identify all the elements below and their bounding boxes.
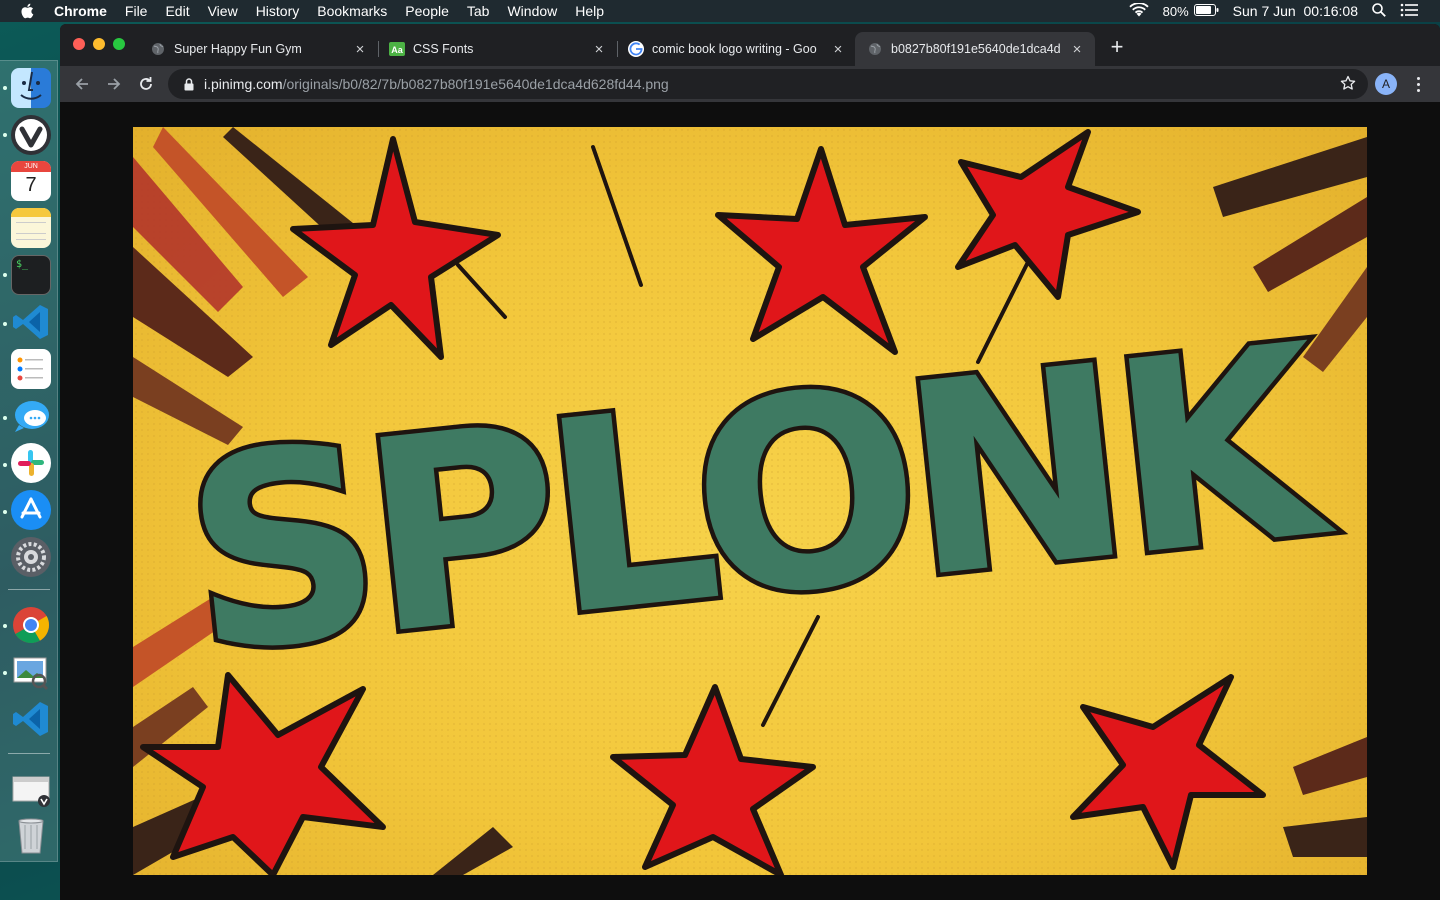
reload-icon <box>140 77 152 90</box>
browser-window: Super Happy Fun Gym × Aa CSS Fonts × com… <box>60 24 1440 900</box>
tab-google-search[interactable]: comic book logo writing - Goo × <box>616 32 856 66</box>
menu-app-chrome[interactable]: Chrome <box>54 0 116 22</box>
tab-title: comic book logo writing - Goo <box>652 42 817 56</box>
minimize-window-button[interactable] <box>93 38 105 50</box>
tab-close-icon[interactable]: × <box>828 41 848 58</box>
running-indicator <box>3 416 7 420</box>
terminal-icon[interactable]: $_ <box>11 255 51 295</box>
reload-button[interactable] <box>134 72 158 96</box>
browser-toolbar: i.pinimg.com/originals/b0/82/7b/b0827b80… <box>60 66 1440 102</box>
tab-close-icon[interactable]: × <box>350 41 370 58</box>
running-indicator <box>3 671 7 675</box>
tab-close-icon[interactable]: × <box>589 41 609 58</box>
vscode-icon[interactable] <box>11 302 51 342</box>
menu-history[interactable]: History <box>247 0 309 22</box>
splonk-comic-illustration: SPLONK <box>133 127 1367 875</box>
address-bar[interactable]: i.pinimg.com/originals/b0/82/7b/b0827b80… <box>168 69 1368 99</box>
vscode-icon[interactable] <box>11 699 51 739</box>
menu-file[interactable]: File <box>116 0 157 22</box>
css-fonts-favicon-icon: Aa <box>389 41 405 57</box>
running-indicator <box>3 510 7 514</box>
google-icon <box>628 41 644 57</box>
svg-text:Aa: Aa <box>391 45 403 55</box>
menu-view[interactable]: View <box>199 0 247 22</box>
tab-strip: Super Happy Fun Gym × Aa CSS Fonts × com… <box>60 24 1440 66</box>
menu-people[interactable]: People <box>396 0 458 22</box>
app-store-icon[interactable] <box>11 490 51 530</box>
running-indicator <box>3 86 7 90</box>
preview-icon[interactable] <box>11 652 51 692</box>
chrome-menu-icon[interactable] <box>1410 72 1426 96</box>
lock-icon[interactable] <box>174 77 204 91</box>
globe-icon <box>150 41 166 57</box>
vivaldi-icon[interactable] <box>11 115 51 155</box>
comic-image[interactable]: SPLONK <box>133 127 1367 875</box>
calendar-month: JUN <box>11 161 51 172</box>
tab-close-icon[interactable]: × <box>1067 41 1087 58</box>
battery-status[interactable]: 80% <box>1163 3 1219 19</box>
arrow-left-icon <box>75 78 88 90</box>
dock: JUN 7 $_ <box>0 60 58 862</box>
chrome-icon[interactable] <box>11 605 51 645</box>
wifi-icon[interactable] <box>1129 1 1149 20</box>
profile-avatar[interactable]: A <box>1375 73 1397 95</box>
tab-title: Super Happy Fun Gym <box>174 42 302 56</box>
arrow-right-icon <box>108 78 121 90</box>
url-path: /originals/b0/82/7b/b0827b80f191e5640de1… <box>282 76 669 92</box>
slack-icon[interactable] <box>11 443 51 483</box>
dock-separator <box>8 589 50 590</box>
running-indicator <box>3 463 7 467</box>
back-button[interactable] <box>70 72 94 96</box>
calendar-icon[interactable]: JUN 7 <box>11 161 51 201</box>
apple-icon[interactable] <box>0 3 54 19</box>
close-window-button[interactable] <box>73 38 85 50</box>
zoom-window-button[interactable] <box>113 38 125 50</box>
calendar-day: 7 <box>25 174 37 196</box>
page-viewport: SPLONK <box>60 102 1440 900</box>
forward-button[interactable] <box>102 72 126 96</box>
menu-bar: Chrome File Edit View History Bookmarks … <box>0 0 1440 22</box>
notification-center-icon[interactable] <box>1400 3 1418 20</box>
clock[interactable]: Sun 7 Jun 00:16:08 <box>1233 3 1358 19</box>
menu-edit[interactable]: Edit <box>156 0 198 22</box>
menu-window[interactable]: Window <box>498 0 566 22</box>
spotlight-search-icon[interactable] <box>1372 2 1386 20</box>
tab-image-active[interactable]: b0827b80f191e5640de1dca4d × <box>855 32 1095 66</box>
url-host: i.pinimg.com <box>204 76 283 92</box>
globe-icon <box>867 41 883 57</box>
messages-icon[interactable] <box>11 396 51 436</box>
menu-help[interactable]: Help <box>566 0 613 22</box>
running-indicator <box>3 273 7 277</box>
finder-icon[interactable] <box>11 68 51 108</box>
battery-icon <box>1193 3 1219 19</box>
system-preferences-icon[interactable] <box>11 537 51 577</box>
notes-icon[interactable] <box>11 208 51 248</box>
vivaldi-downloads-icon[interactable] <box>11 771 51 811</box>
bookmark-star-icon[interactable] <box>1340 75 1356 94</box>
tab-title: b0827b80f191e5640de1dca4d <box>891 42 1061 56</box>
dock-separator <box>8 753 50 754</box>
menu-tab[interactable]: Tab <box>458 0 499 22</box>
menu-bookmarks[interactable]: Bookmarks <box>308 0 396 22</box>
new-tab-button[interactable]: + <box>1106 36 1128 58</box>
reminders-icon[interactable] <box>11 349 51 389</box>
running-indicator <box>3 133 7 137</box>
tab-title: CSS Fonts <box>413 42 474 56</box>
running-indicator <box>3 624 7 628</box>
running-indicator <box>3 322 7 326</box>
battery-percent: 80% <box>1162 3 1189 19</box>
tab-css-fonts[interactable]: Aa CSS Fonts × <box>377 32 617 66</box>
trash-icon[interactable] <box>11 815 51 855</box>
tab-super-happy-fun-gym[interactable]: Super Happy Fun Gym × <box>138 32 378 66</box>
